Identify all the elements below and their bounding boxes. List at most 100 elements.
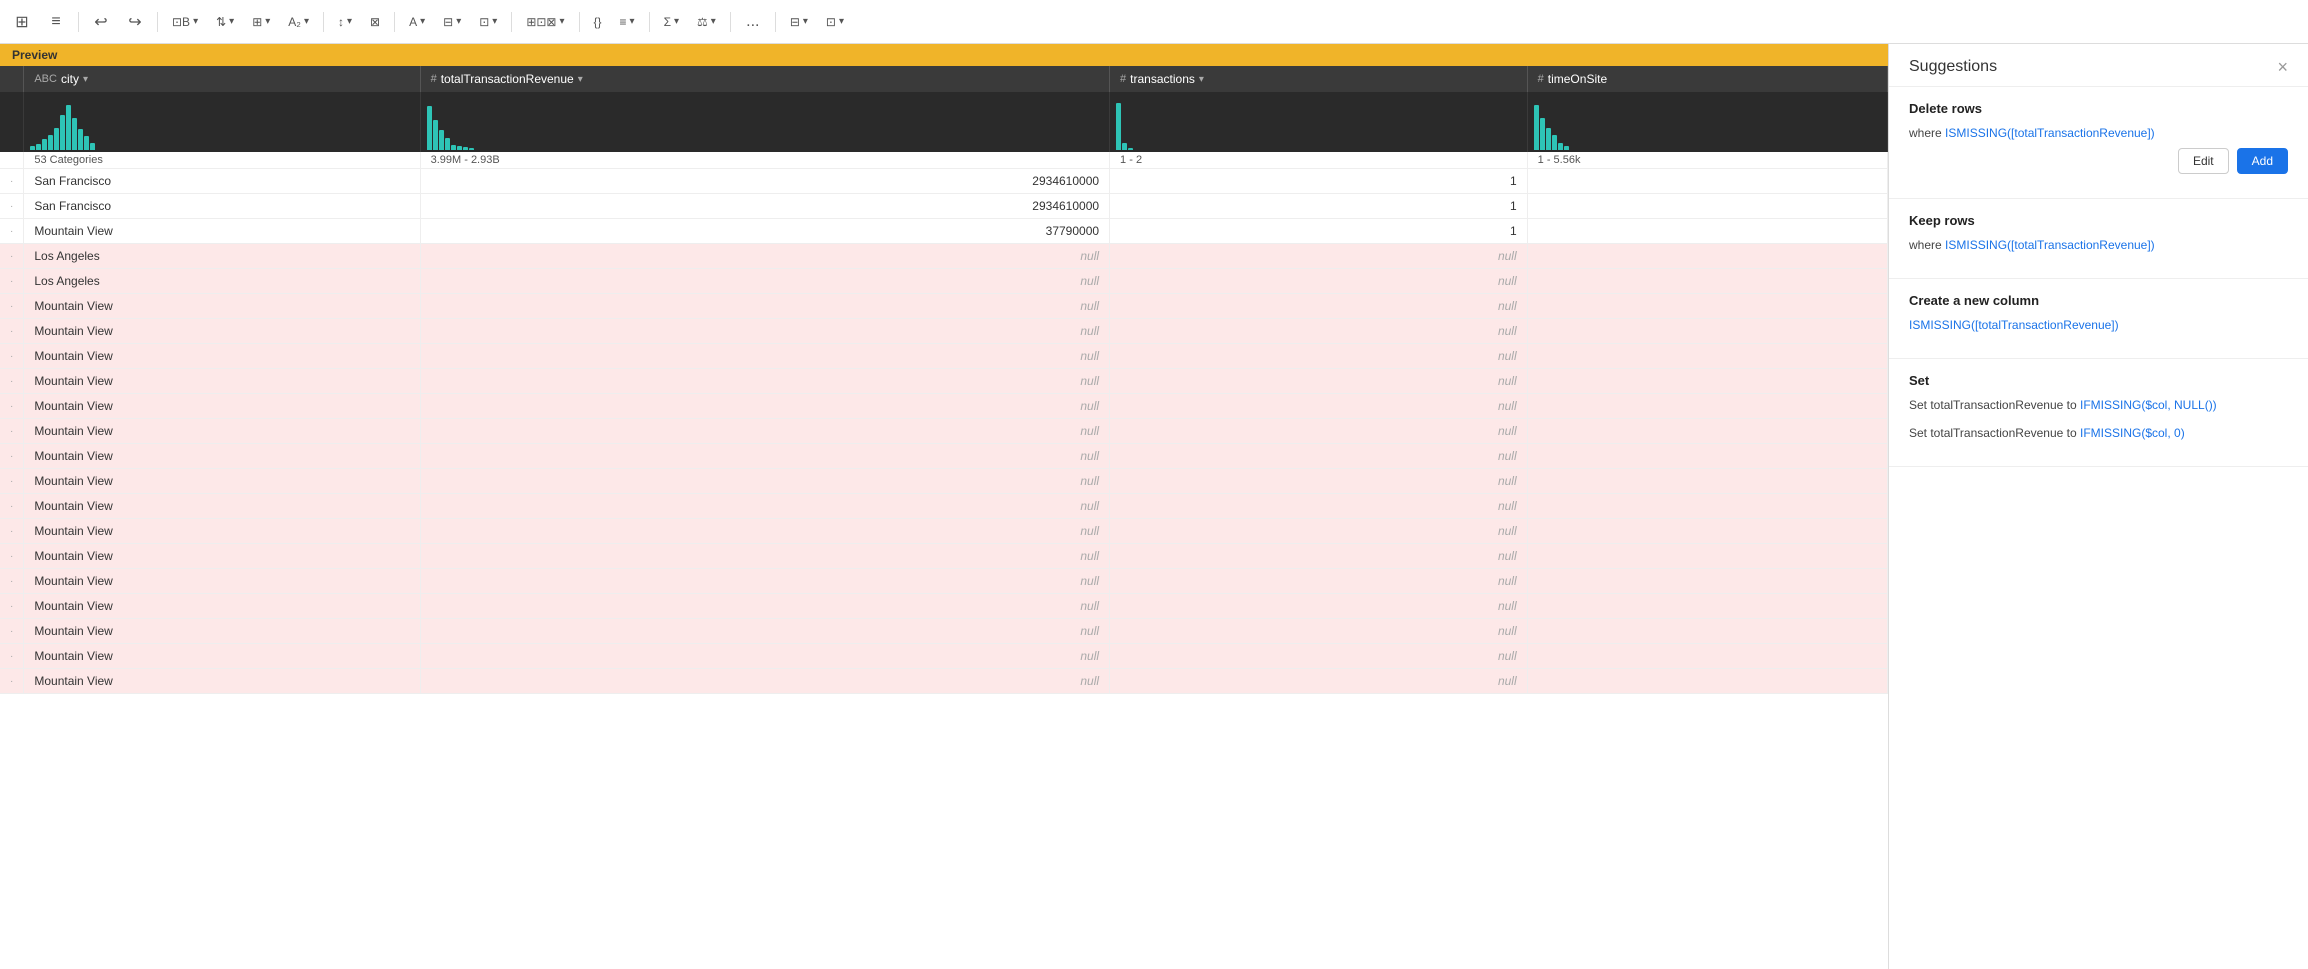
- timeonsite-cell: [1527, 419, 1887, 444]
- table-row: ·Mountain Viewnullnull: [0, 544, 1888, 569]
- delete-rows-prefix: where: [1909, 126, 1945, 140]
- row-indicator: ·: [0, 494, 24, 519]
- move-btn[interactable]: ↕▾: [332, 12, 358, 32]
- filter-btn[interactable]: ⊞▾: [246, 12, 276, 32]
- undo-icon[interactable]: ↩: [87, 8, 115, 36]
- sum-btn[interactable]: Σ▾: [658, 12, 685, 32]
- set-text-2: Set totalTransactionRevenue to IFMISSING…: [1909, 424, 2288, 442]
- sort-btn[interactable]: ⇅▾: [210, 12, 240, 32]
- city-cell: Mountain View: [24, 494, 420, 519]
- timeonsite-cell: [1527, 569, 1887, 594]
- city-chart: [24, 92, 420, 152]
- stats-row: 53 Categories 3.99M - 2.93B 1 - 2 1 - 5.…: [0, 152, 1888, 169]
- transactions-cell: null: [1110, 369, 1528, 394]
- timeonsite-cell: [1527, 619, 1887, 644]
- new-column-link[interactable]: ISMISSING([totalTransactionRevenue]): [1909, 318, 2119, 332]
- add-button[interactable]: Add: [2237, 148, 2288, 174]
- table-row: ·Mountain Viewnullnull: [0, 644, 1888, 669]
- edit-button[interactable]: Edit: [2178, 148, 2229, 174]
- revenue-cell: null: [420, 619, 1109, 644]
- timeonsite-cell: [1527, 519, 1887, 544]
- set-link-1[interactable]: IFMISSING($col, NULL()): [2080, 398, 2217, 412]
- timeonsite-header[interactable]: # timeOnSite: [1527, 66, 1887, 92]
- timeonsite-cell: [1527, 444, 1887, 469]
- new-column-section: Create a new column ISMISSING([totalTran…: [1889, 279, 2308, 359]
- keep-rows-link[interactable]: ISMISSING([totalTransactionRevenue]): [1945, 238, 2155, 252]
- timeonsite-cell: [1527, 594, 1887, 619]
- table-container[interactable]: ABC city ▾ # totalTransactionRevenue ▾: [0, 66, 1888, 969]
- keep-rows-item-1: where ISMISSING([totalTransactionRevenue…: [1909, 236, 2288, 254]
- reshape-btn[interactable]: ⊞⊡⊠▾: [520, 12, 570, 32]
- transactions-cell: null: [1110, 294, 1528, 319]
- settings-btn[interactable]: ⊡▾: [820, 12, 850, 32]
- table-row: ·Mountain Viewnullnull: [0, 319, 1888, 344]
- transactions-chart: [1110, 92, 1528, 152]
- separator-4: [394, 12, 395, 32]
- revenue-cell: null: [420, 319, 1109, 344]
- city-header[interactable]: ABC city ▾: [24, 66, 420, 92]
- close-button[interactable]: ×: [2277, 58, 2288, 76]
- revenue-sort-icon[interactable]: ▾: [578, 74, 583, 85]
- col-type-btn[interactable]: ⊡B▾: [166, 12, 204, 32]
- revenue-cell: null: [420, 644, 1109, 669]
- city-name: city: [61, 72, 79, 86]
- delete-rows-actions: Edit Add: [1909, 148, 2288, 174]
- braces-btn[interactable]: {}: [588, 12, 608, 32]
- view-btn[interactable]: ⊟▾: [784, 12, 814, 32]
- transactions-header[interactable]: # transactions ▾: [1110, 66, 1528, 92]
- pivot-btn[interactable]: ⚖▾: [691, 12, 722, 32]
- transactions-type: #: [1120, 73, 1126, 85]
- row-indicator: ·: [0, 619, 24, 644]
- delete-rows-title: Delete rows: [1909, 101, 2288, 116]
- transactions-cell: 1: [1110, 219, 1528, 244]
- revenue-cell: null: [420, 594, 1109, 619]
- city-cell: Mountain View: [24, 544, 420, 569]
- text-btn[interactable]: A▾: [403, 12, 431, 32]
- city-cell: Mountain View: [24, 219, 420, 244]
- timeonsite-cell: [1527, 644, 1887, 669]
- formula-btn[interactable]: A₂▾: [282, 12, 315, 32]
- more-icon[interactable]: ...: [739, 8, 767, 36]
- city-cell: Mountain View: [24, 294, 420, 319]
- row-indicator: ·: [0, 169, 24, 194]
- stats-indicator: [0, 152, 24, 169]
- row-indicator: ·: [0, 544, 24, 569]
- menu-icon[interactable]: ≡: [42, 8, 70, 36]
- keep-rows-prefix: where: [1909, 238, 1945, 252]
- table-row: ·Mountain Viewnullnull: [0, 669, 1888, 694]
- transactions-cell: null: [1110, 569, 1528, 594]
- transactions-cell: null: [1110, 644, 1528, 669]
- revenue-cell: null: [420, 269, 1109, 294]
- select-btn[interactable]: ⊠: [364, 12, 386, 32]
- set-link-2[interactable]: IFMISSING($col, 0): [2080, 426, 2185, 440]
- extract-btn[interactable]: ⊟▾: [437, 12, 467, 32]
- row-indicator: ·: [0, 194, 24, 219]
- city-cell: Mountain View: [24, 444, 420, 469]
- city-sort-icon[interactable]: ▾: [83, 74, 88, 85]
- delete-rows-item-1: where ISMISSING([totalTransactionRevenue…: [1909, 124, 2288, 174]
- table-row: ·Mountain Viewnullnull: [0, 519, 1888, 544]
- new-column-item-1: ISMISSING([totalTransactionRevenue]): [1909, 316, 2288, 334]
- transactions-cell: null: [1110, 444, 1528, 469]
- separator-6: [579, 12, 580, 32]
- toolbar: ⊞ ≡ ↩ ↪ ⊡B▾ ⇅▾ ⊞▾ A₂▾ ↕▾ ⊠ A▾ ⊟▾ ⊡▾ ⊞⊡⊠▾…: [0, 0, 2308, 44]
- table-row: ·Mountain Viewnullnull: [0, 444, 1888, 469]
- grid-icon[interactable]: ⊞: [8, 8, 36, 36]
- align-btn[interactable]: ≡▾: [614, 12, 641, 32]
- timeonsite-cell: [1527, 169, 1887, 194]
- transactions-sort-icon[interactable]: ▾: [1199, 74, 1204, 85]
- format-btn[interactable]: ⊡▾: [473, 12, 503, 32]
- revenue-cell: null: [420, 494, 1109, 519]
- separator-8: [730, 12, 731, 32]
- table-row: ·Mountain Viewnullnull: [0, 344, 1888, 369]
- transactions-cell: 1: [1110, 169, 1528, 194]
- city-cell: Mountain View: [24, 594, 420, 619]
- timeonsite-type: #: [1538, 73, 1544, 85]
- table-row: ·Mountain View377900001: [0, 219, 1888, 244]
- delete-rows-link[interactable]: ISMISSING([totalTransactionRevenue]): [1945, 126, 2155, 140]
- revenue-cell: null: [420, 419, 1109, 444]
- table-row: ·Mountain Viewnullnull: [0, 294, 1888, 319]
- redo-icon[interactable]: ↪: [121, 8, 149, 36]
- set-item-2: Set totalTransactionRevenue to IFMISSING…: [1909, 424, 2288, 442]
- revenue-header[interactable]: # totalTransactionRevenue ▾: [420, 66, 1109, 92]
